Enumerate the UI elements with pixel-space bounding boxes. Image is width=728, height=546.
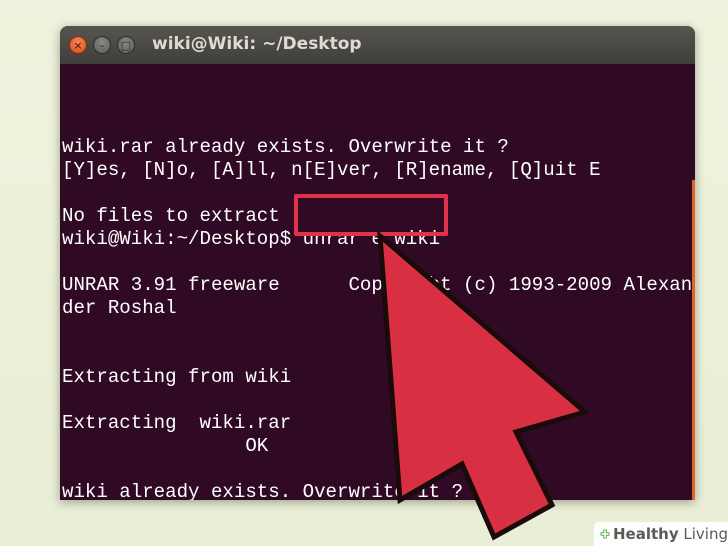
pointer-arrow-icon <box>377 230 591 541</box>
watermark: Healthy Living <box>594 522 728 546</box>
plus-leaf-icon <box>600 529 610 539</box>
watermark-text: Healthy Living <box>613 525 728 543</box>
